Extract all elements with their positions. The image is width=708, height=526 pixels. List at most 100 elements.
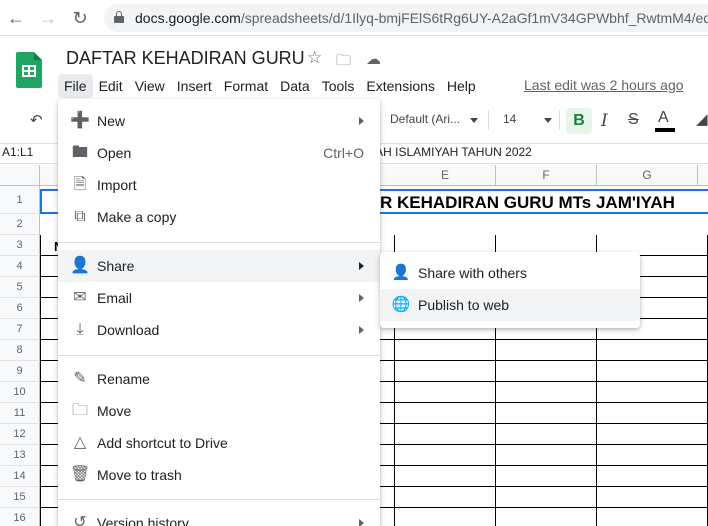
- row-header[interactable]: 5: [0, 277, 40, 298]
- name-box[interactable]: A1:L1: [2, 145, 33, 159]
- select-all-corner[interactable]: [0, 165, 40, 186]
- chevron-down-icon[interactable]: [470, 118, 478, 123]
- row-header[interactable]: 10: [0, 382, 40, 403]
- menu-item-label: Share: [97, 258, 135, 274]
- menu-format[interactable]: Format: [218, 74, 274, 98]
- row-header[interactable]: 9: [0, 361, 40, 382]
- menu-item-label: New: [97, 113, 126, 129]
- menu-item-share[interactable]: 👤 Share: [58, 250, 380, 282]
- menu-item-rename[interactable]: ✎ Rename: [58, 363, 380, 395]
- reload-icon[interactable]: ↻: [68, 6, 92, 30]
- forward-arrow-icon[interactable]: →: [36, 6, 60, 30]
- drive-shortcut-icon: △: [73, 434, 87, 451]
- bold-button[interactable]: B: [566, 108, 592, 134]
- menu-edit[interactable]: Edit: [93, 74, 129, 98]
- last-edit-link[interactable]: Last edit was 2 hours ago: [524, 77, 684, 93]
- italic-button[interactable]: I: [601, 111, 608, 131]
- copy-icon: ⧉: [74, 208, 86, 225]
- row-header[interactable]: 2: [0, 214, 40, 235]
- move-folder-icon: 🗀: [71, 402, 88, 419]
- menu-divider: [58, 499, 380, 500]
- move-folder-icon[interactable]: 🗀: [336, 50, 351, 75]
- menu-view[interactable]: View: [129, 74, 171, 98]
- toolbar-divider: [488, 110, 489, 130]
- menu-item-move-to-trash[interactable]: 🗑 Move to trash: [58, 459, 380, 491]
- mail-icon: ✉: [73, 289, 87, 306]
- row-header[interactable]: 8: [0, 340, 40, 361]
- row-header[interactable]: 7: [0, 319, 40, 340]
- menu-tools[interactable]: Tools: [316, 74, 361, 98]
- folder-icon: 🖿: [71, 144, 88, 161]
- row-header[interactable]: 15: [0, 487, 40, 508]
- row-header[interactable]: 14: [0, 466, 40, 487]
- sheets-logo-icon[interactable]: [16, 52, 42, 88]
- cloud-status-icon[interactable]: ☁: [366, 50, 381, 68]
- submenu-item-publish-to-web[interactable]: 🌐 Publish to web: [380, 289, 640, 321]
- menu-item-open[interactable]: 🖿 Open Ctrl+O: [58, 137, 380, 169]
- row-header[interactable]: 16: [0, 508, 40, 526]
- column-header[interactable]: F: [496, 165, 597, 186]
- menu-item-make-a-copy[interactable]: ⧉ Make a copy: [58, 201, 380, 233]
- column-header[interactable]: G: [597, 165, 698, 186]
- chevron-right-icon: [359, 519, 364, 526]
- menu-item-version-history[interactable]: ↺ Version history: [58, 507, 380, 526]
- row-header[interactable]: 4: [0, 256, 40, 277]
- app-window: ← → ↻ docs.google.com/spreadsheets/d/1Il…: [0, 0, 708, 526]
- menu-item-download[interactable]: ⤓ Download: [58, 314, 380, 346]
- download-icon: ⤓: [76, 321, 84, 338]
- star-icon[interactable]: ☆: [307, 48, 322, 68]
- menu-item-label: Make a copy: [97, 209, 177, 225]
- formula-input[interactable]: YAH ISLAMIYAH TAHUN 2022: [368, 145, 532, 159]
- submenu-item-label: Publish to web: [418, 297, 510, 313]
- menu-item-import[interactable]: 🗎 Import: [58, 169, 380, 201]
- text-color-button[interactable]: A: [658, 109, 669, 127]
- plus-icon: ➕: [70, 112, 90, 129]
- chevron-right-icon: [359, 326, 364, 334]
- menu-file[interactable]: File: [58, 74, 93, 98]
- font-family-select[interactable]: Default (Ari...: [390, 112, 460, 126]
- menu-item-email[interactable]: ✉ Email: [58, 282, 380, 314]
- row-header[interactable]: 3: [0, 235, 40, 256]
- row-header[interactable]: 11: [0, 403, 40, 424]
- document-title[interactable]: DAFTAR KEHADIRAN GURU: [66, 48, 305, 69]
- address-bar[interactable]: docs.google.com/spreadsheets/d/1Ilyq-bmj…: [104, 4, 708, 32]
- chevron-right-icon: [359, 294, 364, 302]
- url-text: docs.google.com/spreadsheets/d/1Ilyq-bmj…: [135, 10, 708, 26]
- submenu-item-share-with-others[interactable]: 👤 Share with others: [380, 257, 640, 289]
- font-size-select[interactable]: 14: [503, 112, 516, 126]
- row-header[interactable]: 1: [0, 186, 40, 214]
- menu-divider: [58, 355, 380, 356]
- sheet-title-cell[interactable]: R KEHADIRAN GURU MTs JAM'IYAH: [380, 193, 675, 213]
- pencil-icon: ✎: [73, 370, 87, 387]
- history-icon: ↺: [73, 514, 87, 526]
- undo-icon[interactable]: ↶: [30, 111, 43, 129]
- back-arrow-icon[interactable]: ←: [4, 6, 28, 30]
- browser-toolbar: ← → ↻ docs.google.com/spreadsheets/d/1Il…: [0, 0, 708, 36]
- text-color-swatch: [655, 128, 675, 132]
- menu-item-label: Open: [97, 145, 132, 161]
- menu-insert[interactable]: Insert: [171, 74, 218, 98]
- toolbar-divider: [559, 110, 560, 130]
- menu-item-new[interactable]: ➕ New: [58, 105, 380, 137]
- menu-item-label: Move: [97, 403, 132, 419]
- menu-item-label: Rename: [97, 371, 150, 387]
- lock-icon: [114, 11, 124, 23]
- menu-item-label: Version history: [97, 515, 189, 526]
- row-header[interactable]: 13: [0, 445, 40, 466]
- row-header[interactable]: 12: [0, 424, 40, 445]
- row-header[interactable]: 6: [0, 298, 40, 319]
- menu-item-add-shortcut[interactable]: △ Add shortcut to Drive: [58, 427, 380, 459]
- chevron-right-icon: [359, 117, 364, 125]
- menu-data[interactable]: Data: [274, 74, 316, 98]
- fill-color-icon[interactable]: ◢: [696, 110, 708, 128]
- menu-item-label: Move to trash: [97, 467, 182, 483]
- globe-icon: 🌐: [391, 296, 411, 313]
- strikethrough-button[interactable]: S: [628, 111, 639, 129]
- menu-divider: [58, 242, 380, 243]
- column-header[interactable]: E: [395, 165, 496, 186]
- menu-extensions[interactable]: Extensions: [360, 74, 440, 98]
- menu-item-move[interactable]: 🗀 Move: [58, 395, 380, 427]
- menu-bar: File Edit View Insert Format Data Tools …: [58, 74, 482, 98]
- chevron-down-icon[interactable]: [544, 118, 552, 123]
- menu-help[interactable]: Help: [441, 74, 482, 98]
